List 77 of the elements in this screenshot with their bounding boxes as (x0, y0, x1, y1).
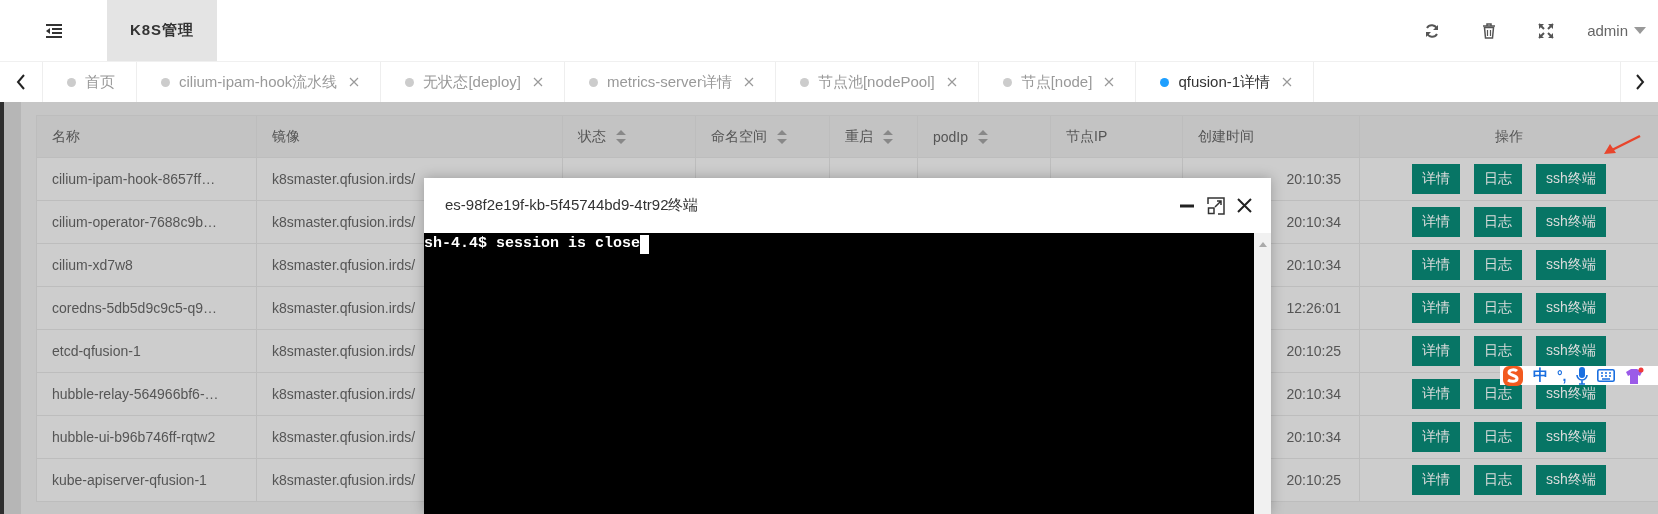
microphone-icon[interactable] (1575, 366, 1588, 385)
annotation-arrow (1602, 134, 1642, 156)
chevron-left-icon[interactable] (16, 74, 26, 90)
close-icon[interactable] (1237, 198, 1252, 213)
column-header[interactable]: 名称 (37, 116, 257, 158)
dot-icon (405, 77, 415, 87)
dot-icon (588, 77, 598, 87)
sort-icon[interactable] (978, 129, 989, 144)
action-button[interactable]: ssh终端 (1536, 164, 1606, 194)
column-label: 镜像 (272, 127, 300, 146)
column-header[interactable]: 创建时间 (1183, 116, 1360, 158)
column-header[interactable]: 重启 (830, 116, 918, 158)
column-header[interactable]: 命名空间 (696, 116, 830, 158)
chevron-right-icon[interactable] (1634, 74, 1645, 90)
scroll-up-icon[interactable] (1258, 242, 1267, 247)
column-header[interactable]: podIp (918, 116, 1051, 158)
column-label: 重启 (845, 127, 873, 146)
action-button[interactable]: ssh终端 (1536, 465, 1606, 495)
sort-icon[interactable] (883, 129, 893, 144)
dot-icon (1002, 77, 1012, 87)
table-cell: cilium-operator-7688c9b… (37, 201, 257, 244)
user-menu[interactable]: admin (1587, 22, 1646, 39)
action-button[interactable]: ssh终端 (1536, 293, 1606, 323)
action-button[interactable]: 日志 (1474, 465, 1523, 495)
ime-logo-icon[interactable] (1502, 364, 1524, 387)
column-label: 创建时间 (1198, 127, 1254, 146)
column-header[interactable]: 节点IP (1051, 116, 1183, 158)
column-label: 操作 (1495, 127, 1523, 146)
action-button[interactable]: 日志 (1474, 250, 1523, 280)
trash-icon[interactable] (1482, 22, 1497, 39)
action-button[interactable]: 详情 (1412, 293, 1461, 323)
fullscreen-icon[interactable] (1538, 22, 1555, 39)
action-button[interactable]: 详情 (1412, 336, 1461, 366)
action-button[interactable]: 日志 (1474, 336, 1523, 366)
action-button[interactable]: 日志 (1474, 164, 1523, 194)
column-label: 命名空间 (711, 127, 767, 146)
maximize-icon[interactable] (1207, 196, 1225, 215)
action-button[interactable]: 详情 (1412, 422, 1461, 452)
action-button[interactable]: ssh终端 (1536, 422, 1606, 452)
module-tab[interactable]: K8S管理 (107, 0, 217, 61)
table-cell: cilium-xd7w8 (37, 244, 257, 287)
sort-icon[interactable] (777, 129, 787, 144)
action-button[interactable]: ssh终端 (1536, 250, 1606, 280)
dot-icon (161, 77, 170, 87)
table-cell: hubble-relay-564966bf6-… (37, 373, 257, 416)
table-cell: cilium-ipam-hook-8657ff… (37, 158, 257, 201)
column-label: podIp (933, 128, 969, 145)
refresh-icon[interactable] (1424, 22, 1441, 39)
column-label: 名称 (52, 127, 80, 146)
sort-icon[interactable] (616, 129, 626, 144)
action-button[interactable]: ssh终端 (1536, 336, 1606, 366)
shirt-icon[interactable] (1623, 366, 1644, 385)
action-button[interactable]: 详情 (1412, 207, 1461, 237)
action-button[interactable]: 详情 (1412, 250, 1461, 280)
scrollbar[interactable] (1254, 233, 1271, 514)
action-button[interactable]: 详情 (1412, 379, 1461, 409)
action-button[interactable]: 日志 (1474, 207, 1523, 237)
table-cell: coredns-5db5d9c9c5-q9… (37, 287, 257, 330)
column-header[interactable]: 镜像 (257, 116, 563, 158)
column-label: 节点IP (1066, 127, 1108, 146)
terminal-cursor (640, 234, 650, 254)
action-button[interactable]: 详情 (1412, 465, 1461, 495)
dot-icon (1160, 77, 1170, 87)
caret-icon[interactable] (1634, 27, 1646, 34)
table-cell: etcd-qfusion-1 (37, 330, 257, 373)
action-button[interactable]: 日志 (1474, 293, 1523, 323)
column-header[interactable]: 状态 (563, 116, 696, 158)
action-button[interactable]: ssh终端 (1536, 207, 1606, 237)
menu-icon[interactable] (44, 23, 63, 38)
dot-icon (67, 77, 76, 87)
action-button[interactable]: 日志 (1474, 422, 1523, 452)
table-cell: kube-apiserver-qfusion-1 (37, 459, 257, 502)
dot-icon (799, 77, 809, 87)
keyboard-icon[interactable] (1596, 369, 1615, 382)
column-label: 状态 (578, 127, 606, 146)
action-button[interactable]: 详情 (1412, 164, 1461, 194)
table-cell: hubble-ui-b96b746ff-rqtw2 (37, 416, 257, 459)
